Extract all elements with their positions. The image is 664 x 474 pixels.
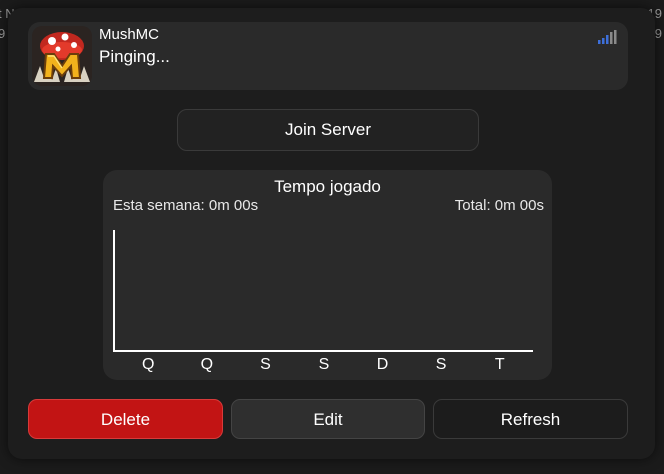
x-tick-label: T bbox=[495, 356, 505, 373]
server-card: MushMC Pinging... bbox=[28, 22, 628, 90]
join-server-button[interactable]: Join Server bbox=[177, 109, 479, 151]
server-status: Pinging... bbox=[99, 47, 170, 66]
x-tick-label: S bbox=[260, 356, 271, 373]
refresh-button[interactable]: Refresh bbox=[433, 399, 628, 439]
signal-bars-icon bbox=[598, 30, 618, 44]
server-details-modal: MushMC Pinging... Join Server Tempo joga… bbox=[8, 8, 655, 459]
playtime-chart: QQSSDST bbox=[113, 230, 533, 373]
x-tick-label: D bbox=[377, 356, 389, 373]
mushmc-logo-icon bbox=[32, 26, 92, 86]
delete-button[interactable]: Delete bbox=[28, 399, 223, 439]
x-tick-label: Q bbox=[201, 356, 213, 373]
edit-button[interactable]: Edit bbox=[231, 399, 425, 439]
playtime-chart-card: Tempo jogado Esta semana: 0m 00s Total: … bbox=[103, 170, 552, 380]
x-tick-label: Q bbox=[142, 356, 154, 373]
server-name: MushMC bbox=[99, 26, 160, 43]
x-tick-label: S bbox=[436, 356, 447, 373]
x-tick-label: S bbox=[319, 356, 330, 373]
